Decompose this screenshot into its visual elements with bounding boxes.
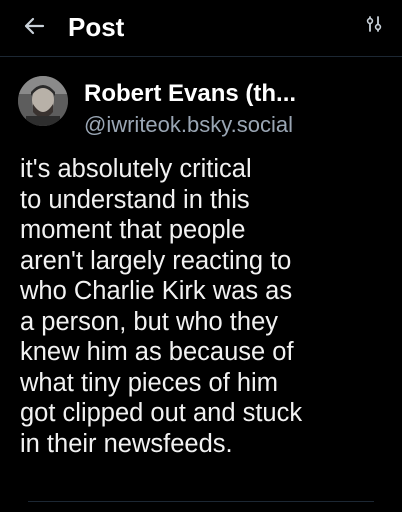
post-screen: Post Robert Evans (th... @iwriteok.bsky.… <box>0 0 402 512</box>
top-bar: Post <box>0 0 402 57</box>
thread-settings-button[interactable] <box>364 15 384 38</box>
page-title: Post <box>68 12 125 42</box>
post-text: it's absolutely critical to understand i… <box>20 155 303 458</box>
author-display-name[interactable]: Robert Evans (th... <box>84 80 296 108</box>
sliders-icon <box>365 15 383 38</box>
avatar[interactable] <box>18 76 68 126</box>
divider <box>28 501 374 502</box>
back-button[interactable] <box>20 14 48 42</box>
author-handle[interactable]: @iwriteok.bsky.social <box>84 112 293 138</box>
arrow-left-icon <box>21 13 47 44</box>
